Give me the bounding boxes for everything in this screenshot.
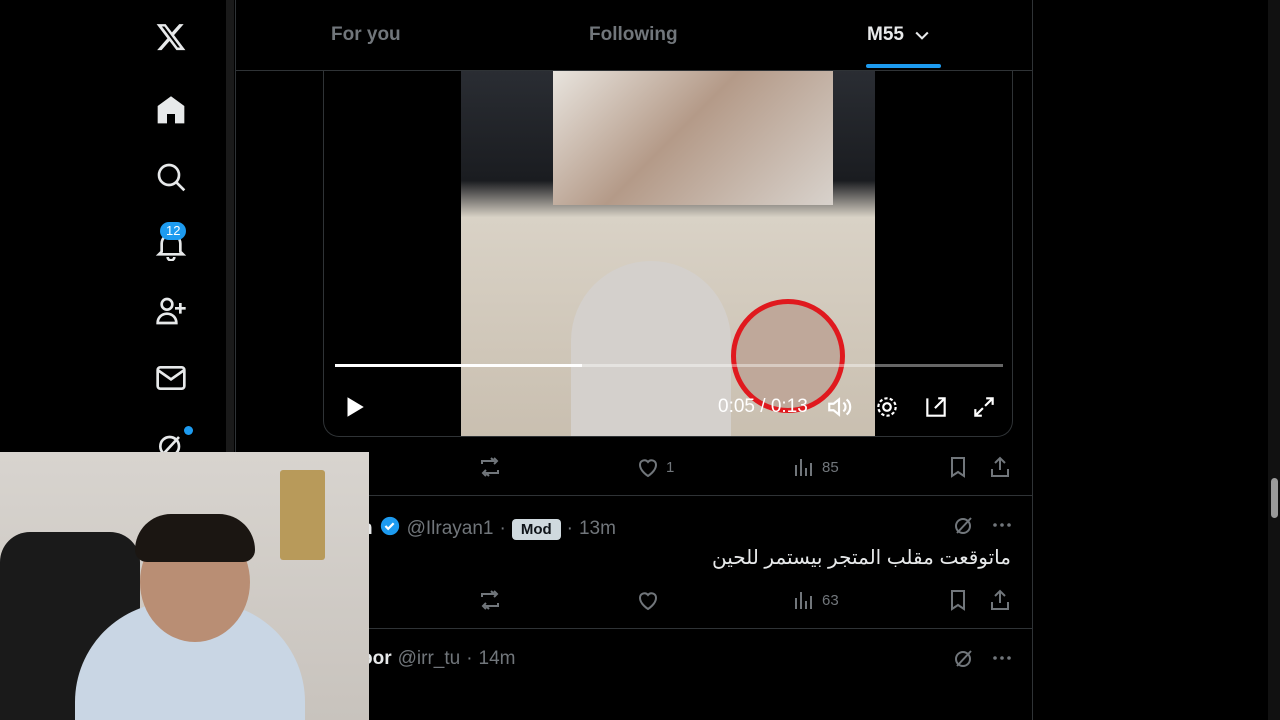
post3-timestamp[interactable]: 14m — [479, 648, 516, 670]
video-thumbnail-top — [553, 71, 833, 205]
timeline-tabs: For you Following M55 — [236, 0, 1032, 71]
search-icon[interactable] — [154, 160, 188, 194]
like-button[interactable] — [636, 588, 660, 612]
view-count: 85 — [822, 458, 839, 476]
post2-separator: · — [499, 518, 506, 539]
follow-people-icon[interactable] — [154, 294, 188, 328]
grok-explain-icon[interactable] — [952, 513, 976, 537]
view-count: 63 — [822, 591, 839, 609]
mod-badge: Mod — [511, 518, 561, 540]
tab-m55[interactable]: M55 — [867, 24, 932, 46]
post2-author[interactable]: n @Ilrayan1 · Mod · 13m — [361, 515, 616, 543]
page-scrollbar[interactable] — [1268, 0, 1280, 720]
post2-timestamp[interactable]: 13m — [579, 518, 616, 540]
picture-in-picture-icon[interactable] — [920, 391, 952, 423]
share-icon[interactable] — [988, 588, 1012, 612]
more-options-icon[interactable] — [990, 646, 1014, 670]
tab-following[interactable]: Following — [589, 24, 678, 46]
bookmark-icon[interactable] — [946, 588, 970, 612]
like-count: 1 — [666, 458, 675, 476]
post3-author[interactable]: oor @irr_tu · 14m — [361, 648, 515, 670]
page-scrollbar-thumb[interactable] — [1271, 478, 1278, 518]
video-person — [571, 261, 731, 436]
webcam-overlay — [0, 452, 369, 720]
video-timecode: 0:05 / 0:13 — [718, 396, 808, 417]
tab-m55-label: M55 — [867, 24, 904, 45]
video-frame — [461, 71, 875, 436]
notifications-badge: 12 — [160, 222, 187, 240]
tab-for-you[interactable]: For you — [331, 24, 401, 46]
video-player[interactable]: 0:05 / 0:13 — [323, 71, 1013, 437]
share-icon[interactable] — [988, 455, 1012, 479]
like-button[interactable]: 1 — [636, 455, 674, 479]
post2-header-icons — [952, 513, 1014, 537]
webcam-shelf-award — [280, 470, 325, 560]
x-logo-icon[interactable] — [154, 20, 188, 54]
volume-icon[interactable] — [823, 391, 855, 423]
grok-explain-icon[interactable] — [952, 646, 976, 670]
bookmark-icon[interactable] — [946, 455, 970, 479]
video-progress-fill — [335, 364, 583, 367]
views-chart-icon — [795, 459, 812, 476]
views-chart-icon — [795, 592, 812, 609]
chevron-down-icon — [915, 31, 929, 40]
fullscreen-icon[interactable] — [968, 391, 1000, 423]
heart-icon — [639, 592, 657, 611]
settings-gear-icon[interactable] — [871, 391, 903, 423]
grok-notification-dot — [184, 426, 193, 435]
webcam-person-hair — [135, 514, 255, 562]
post3-handle[interactable]: @irr_tu — [398, 648, 461, 670]
post2-separator-2: · — [566, 518, 573, 539]
views-button[interactable]: 63 — [792, 588, 839, 612]
verified-badge-icon — [379, 515, 401, 543]
heart-icon — [639, 459, 657, 478]
active-tab-indicator — [866, 64, 941, 68]
play-icon[interactable] — [338, 391, 370, 423]
post2-handle[interactable]: @Ilrayan1 — [407, 518, 494, 540]
messages-envelope-icon[interactable] — [154, 361, 188, 395]
post2-text: ماتوقعت مقلب المتجر بيستمر للحين — [711, 547, 1011, 569]
retweet-icon[interactable] — [478, 588, 502, 612]
more-options-icon[interactable] — [990, 513, 1014, 537]
post3-separator: · — [466, 648, 473, 669]
retweet-icon[interactable] — [478, 455, 502, 479]
post3-header-icons — [952, 646, 1014, 670]
views-button[interactable]: 85 — [792, 455, 839, 479]
home-icon[interactable] — [154, 93, 188, 127]
